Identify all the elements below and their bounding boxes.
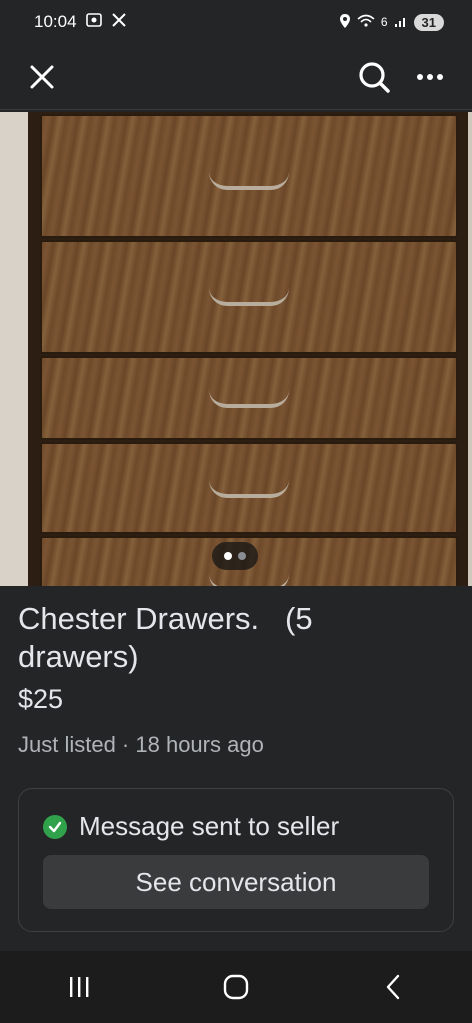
status-time: 10:04: [34, 12, 77, 31]
message-status-row: Message sent to seller: [43, 811, 339, 842]
system-nav-bar: [0, 951, 472, 1023]
more-icon: [417, 73, 443, 80]
message-status-card: Message sent to seller See conversation: [18, 788, 454, 932]
top-nav: [0, 44, 472, 110]
status-right: 6 31: [339, 13, 444, 32]
drawer-1: [40, 114, 458, 238]
recents-button[interactable]: [49, 957, 109, 1017]
screenshot-icon: [85, 12, 103, 33]
location-icon: [339, 13, 351, 32]
wifi-icon: [357, 14, 375, 31]
more-options-button[interactable]: [408, 55, 452, 99]
drawer-handle: [209, 574, 289, 586]
drawer-handle: [209, 390, 289, 408]
search-button[interactable]: [352, 55, 396, 99]
home-button[interactable]: [206, 957, 266, 1017]
status-left: 10:04: [34, 12, 127, 33]
back-icon: [387, 974, 400, 1000]
home-icon: [223, 974, 249, 1000]
drawer-handle: [209, 288, 289, 306]
carousel-dot-1[interactable]: [224, 552, 232, 560]
listing-photo[interactable]: [0, 112, 472, 586]
recents-icon: [69, 977, 89, 997]
drawer-4: [40, 442, 458, 534]
signal-icon: [394, 14, 408, 31]
dresser-image: [28, 112, 468, 586]
drawer-2: [40, 240, 458, 354]
listing-time: Just listed · 18 hours ago: [18, 732, 264, 757]
close-icon: [30, 65, 54, 88]
x-app-icon: [111, 12, 127, 33]
check-circle-icon: [43, 814, 67, 839]
status-bar: 10:04 6 31: [0, 0, 472, 44]
battery-indicator: 31: [413, 13, 444, 31]
top-nav-actions: [352, 55, 452, 99]
drawer-3: [40, 356, 458, 440]
drawer-handle: [209, 172, 289, 190]
network-type-label: 6: [380, 15, 388, 29]
message-status-text: Message sent to seller: [79, 811, 340, 841]
see-conversation-button[interactable]: See conversation: [43, 855, 429, 909]
drawer-handle: [209, 480, 289, 498]
back-button[interactable]: [363, 957, 423, 1017]
close-button[interactable]: [20, 55, 64, 99]
carousel-dot-2[interactable]: [238, 552, 246, 560]
listing-title: Chester Drawers. (5 drawers): [18, 601, 313, 674]
search-icon: [359, 61, 390, 93]
carousel-indicator[interactable]: [212, 542, 258, 570]
listing-price: $25: [18, 684, 64, 714]
